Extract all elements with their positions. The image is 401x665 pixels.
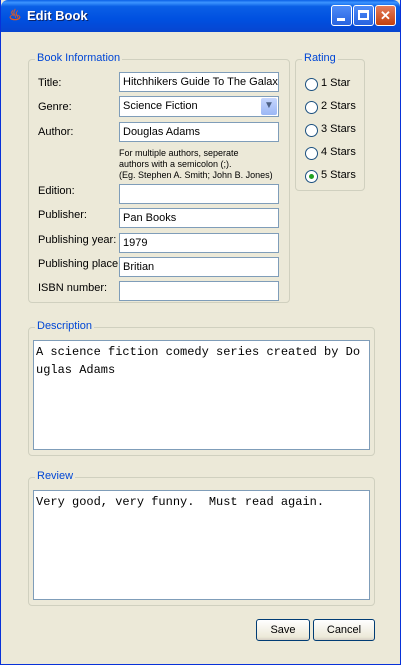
rating-3-stars-label[interactable]: 3 Stars <box>321 123 356 135</box>
close-icon: ✕ <box>380 8 391 23</box>
description-legend: Description <box>35 320 95 332</box>
rating-1-star-label[interactable]: 1 Star <box>321 77 350 89</box>
author-label: Author: <box>38 126 74 138</box>
author-hint-line-2: authors with a semicolon (;). <box>119 159 232 169</box>
maximize-icon <box>358 10 369 20</box>
rating-5-stars-radio[interactable] <box>305 170 318 183</box>
edition-field[interactable] <box>119 184 279 204</box>
author-field[interactable]: Douglas Adams <box>119 122 279 142</box>
save-button[interactable]: Save <box>256 619 310 641</box>
author-hint-line-1: For multiple authors, seperate <box>119 148 239 158</box>
publishing-year-field[interactable]: 1979 <box>119 233 279 253</box>
minimize-icon <box>337 18 345 21</box>
window-title: Edit Book <box>27 8 88 23</box>
genre-selected-value: Science Fiction <box>123 100 198 112</box>
author-hint-line-3: (Eg. Stephen A. Smith; John B. Jones) <box>119 170 273 180</box>
book-information-legend: Book Information <box>35 52 123 64</box>
rating-1-star-radio[interactable] <box>305 78 318 91</box>
radio-selected-dot <box>309 174 314 179</box>
publishing-place-label: Publishing place: <box>38 258 122 270</box>
rating-4-stars-radio[interactable] <box>305 147 318 160</box>
publishing-place-field[interactable]: Britian <box>119 257 279 277</box>
genre-label: Genre: <box>38 101 72 113</box>
publisher-field[interactable]: Pan Books <box>119 208 279 228</box>
review-legend: Review <box>35 470 76 482</box>
close-button[interactable]: ✕ <box>375 5 396 26</box>
rating-3-stars-radio[interactable] <box>305 124 318 137</box>
cancel-button[interactable]: Cancel <box>313 619 375 641</box>
rating-legend: Rating <box>302 52 338 64</box>
chevron-down-icon: ▼ <box>264 100 274 111</box>
minimize-button[interactable] <box>331 5 352 26</box>
rating-5-stars-label[interactable]: 5 Stars <box>321 169 356 181</box>
publishing-year-label: Publishing year: <box>38 234 117 246</box>
title-label: Title: <box>38 77 62 89</box>
genre-dropdown[interactable]: Science Fiction ▼ <box>119 96 279 117</box>
isbn-number-field[interactable] <box>119 281 279 301</box>
rating-2-stars-label[interactable]: 2 Stars <box>321 100 356 112</box>
java-app-icon: ♨ <box>8 7 22 24</box>
title-bar[interactable]: ♨ Edit Book ✕ <box>1 0 400 32</box>
maximize-button[interactable] <box>353 5 374 26</box>
rating-4-stars-label[interactable]: 4 Stars <box>321 146 356 158</box>
title-field[interactable]: Hitchhikers Guide To The Galax <box>119 72 279 92</box>
description-textarea[interactable]: A science fiction comedy series created … <box>33 340 370 450</box>
edition-label: Edition: <box>38 185 75 197</box>
genre-dropdown-button[interactable]: ▼ <box>261 98 277 115</box>
isbn-number-label: ISBN number: <box>38 282 108 294</box>
rating-2-stars-radio[interactable] <box>305 101 318 114</box>
edit-book-window: ♨ Edit Book ✕ Book Information Title: Hi… <box>0 0 401 665</box>
review-textarea[interactable]: Very good, very funny. Must read again. <box>33 490 370 600</box>
publisher-label: Publisher: <box>38 209 87 221</box>
